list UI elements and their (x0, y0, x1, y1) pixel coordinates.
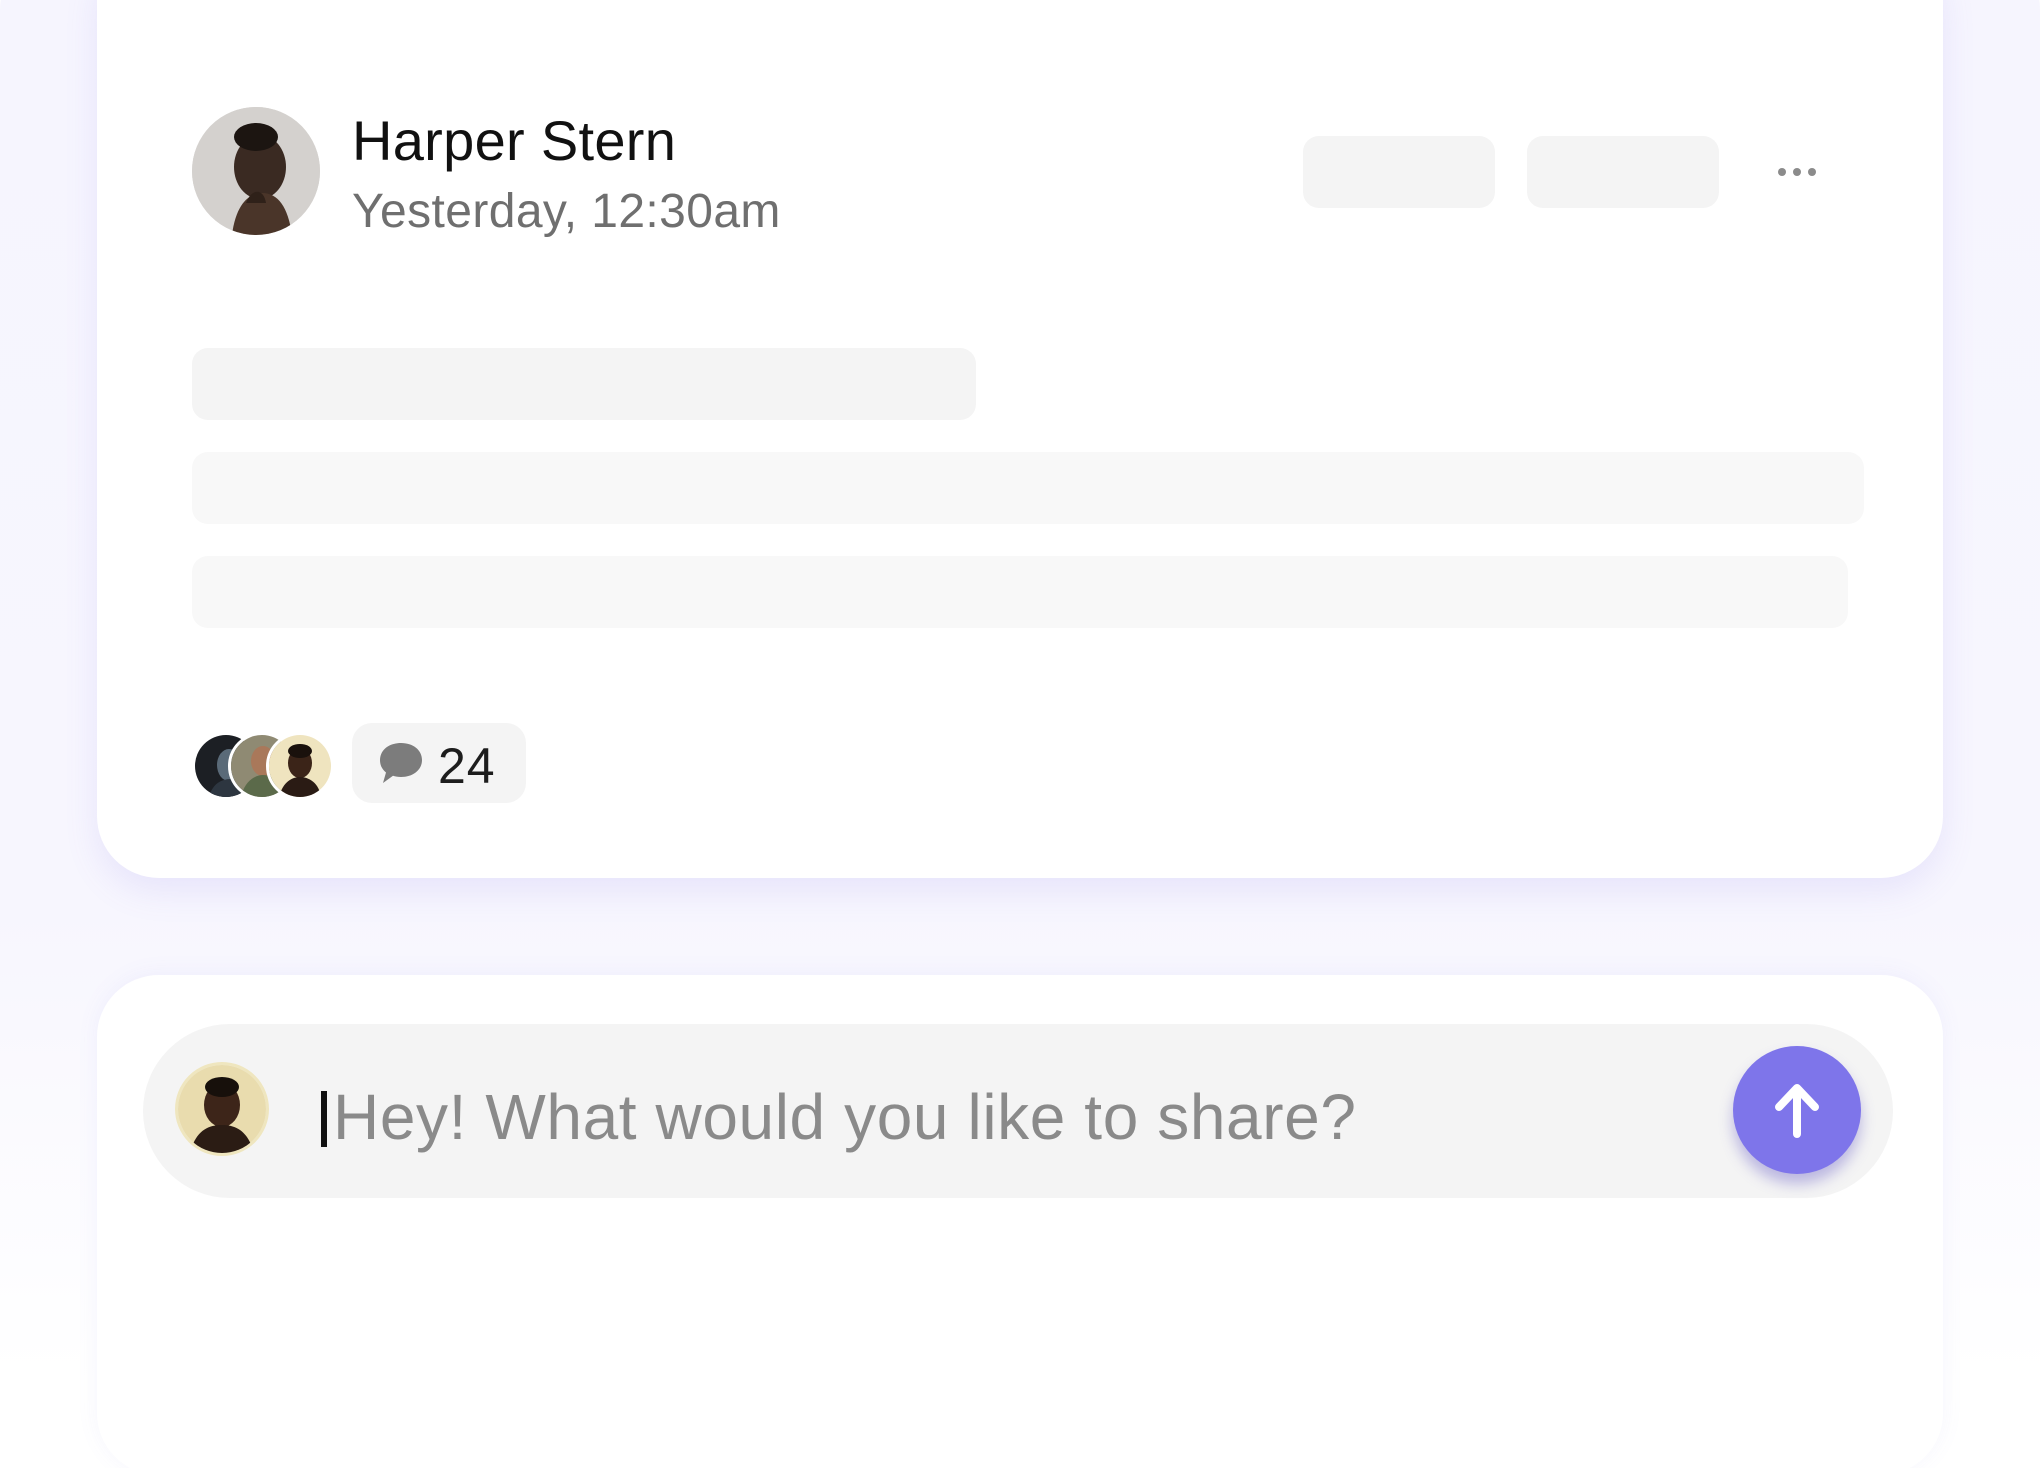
arrow-up-icon (1775, 1084, 1819, 1138)
more-dot (1808, 168, 1816, 176)
more-options-button[interactable] (1765, 140, 1829, 204)
comment-count: 24 (438, 738, 496, 794)
author-avatar[interactable] (192, 107, 320, 235)
chat-bubble-icon (380, 743, 422, 783)
content-skeleton-line (192, 348, 976, 420)
action-placeholder-2[interactable] (1527, 136, 1719, 208)
send-button[interactable] (1733, 1046, 1861, 1174)
composer-input-field[interactable]: Hey! What would you like to share? (143, 1024, 1893, 1198)
action-placeholder-1[interactable] (1303, 136, 1495, 208)
current-user-avatar (175, 1062, 269, 1156)
commenter-avatar (266, 732, 334, 800)
more-horizontal-icon (1778, 168, 1786, 176)
app-stage: Harper Stern Yesterday, 12:30am 24 Hey! … (0, 0, 2040, 1468)
content-skeleton-line (192, 452, 1864, 524)
more-dot (1793, 168, 1801, 176)
author-name[interactable]: Harper Stern (352, 108, 676, 173)
content-skeleton-line (192, 556, 1848, 628)
commenter-avatar-stack[interactable] (192, 732, 342, 800)
composer-placeholder: Hey! What would you like to share? (333, 1081, 1357, 1153)
composer-card: Hey! What would you like to share? (97, 975, 1943, 1468)
author-portrait-image (192, 107, 320, 235)
post-card: Harper Stern Yesterday, 12:30am 24 (97, 0, 1943, 878)
comments-button[interactable]: 24 (352, 723, 526, 803)
text-caret (321, 1091, 327, 1147)
post-timestamp: Yesterday, 12:30am (352, 185, 781, 238)
